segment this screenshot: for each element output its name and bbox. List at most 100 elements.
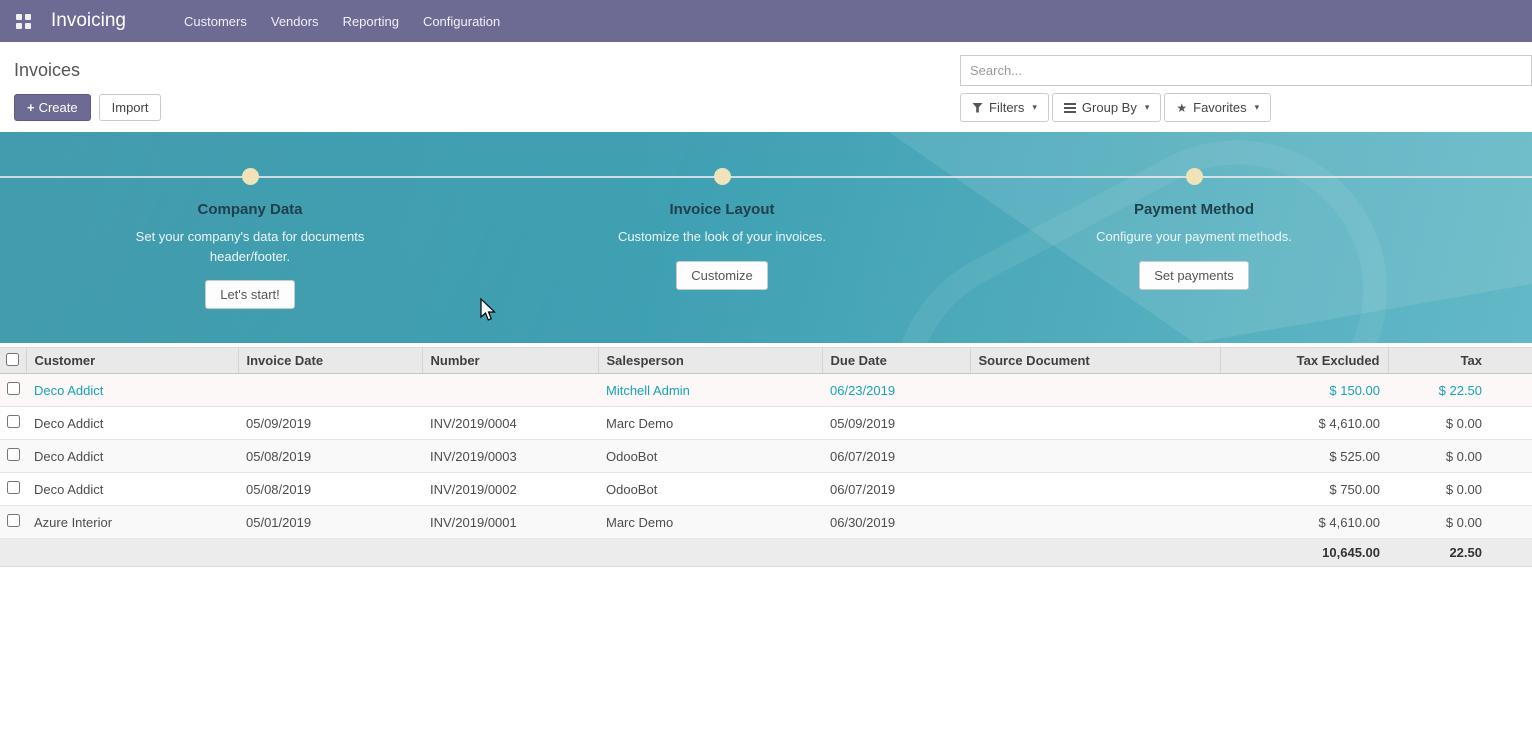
- onboarding-step-payment-method: Payment Method Configure your payment me…: [1029, 168, 1359, 290]
- table-totals-row: 10,645.00 22.50: [0, 539, 1532, 567]
- cell-invoice-date: 05/01/2019: [238, 506, 422, 539]
- cell-tax: $ 0.00: [1388, 440, 1532, 473]
- table-row[interactable]: Deco Addict 05/08/2019 INV/2019/0002 Odo…: [0, 473, 1532, 506]
- step-description: Set your company's data for documents he…: [125, 227, 375, 266]
- row-checkbox[interactable]: [7, 382, 20, 395]
- cell-number: INV/2019/0001: [422, 506, 598, 539]
- cell-number: INV/2019/0004: [422, 407, 598, 440]
- search-input[interactable]: [960, 55, 1532, 86]
- cell-customer: Deco Addict: [26, 374, 238, 407]
- chevron-down-icon: ▾: [1255, 102, 1260, 113]
- lets-start-button[interactable]: Let's start!: [205, 280, 295, 309]
- cell-invoice-date: 05/08/2019: [238, 440, 422, 473]
- column-header-due-date[interactable]: Due Date: [822, 348, 970, 374]
- step-title: Invoice Layout: [557, 201, 887, 218]
- step-description: Customize the look of your invoices.: [597, 227, 847, 247]
- cell-source-document: [970, 407, 1220, 440]
- column-header-tax[interactable]: Tax: [1388, 348, 1532, 374]
- cell-number: INV/2019/0003: [422, 440, 598, 473]
- column-header-source-document[interactable]: Source Document: [970, 348, 1220, 374]
- group-by-button-label: Group By: [1082, 100, 1137, 115]
- table-row[interactable]: Deco Addict 05/08/2019 INV/2019/0003 Odo…: [0, 440, 1532, 473]
- cell-invoice-date: 05/09/2019: [238, 407, 422, 440]
- table-header-row: Customer Invoice Date Number Salesperson…: [0, 348, 1532, 374]
- top-navbar: Invoicing Customers Vendors Reporting Co…: [0, 0, 1532, 42]
- step-dot: [242, 168, 259, 185]
- cell-due-date: 06/07/2019: [822, 473, 970, 506]
- cell-customer: Azure Interior: [26, 506, 238, 539]
- filter-icon: [972, 103, 983, 113]
- group-by-icon: [1064, 103, 1076, 113]
- onboarding-step-invoice-layout: Invoice Layout Customize the look of you…: [557, 168, 887, 290]
- filters-button[interactable]: Filters ▾: [960, 93, 1049, 122]
- cell-salesperson: OdooBot: [598, 440, 822, 473]
- row-checkbox[interactable]: [7, 514, 20, 527]
- customize-button[interactable]: Customize: [676, 261, 767, 290]
- menu-item-customers[interactable]: Customers: [172, 1, 259, 42]
- row-checkbox[interactable]: [7, 448, 20, 461]
- cell-tax-excluded: $ 150.00: [1220, 374, 1388, 407]
- search-facet-buttons: Filters ▾ Group By ▾ ★ Favorites ▾: [960, 93, 1532, 122]
- cell-tax-excluded: $ 4,610.00: [1220, 407, 1388, 440]
- cell-tax: $ 0.00: [1388, 506, 1532, 539]
- column-header-invoice-date[interactable]: Invoice Date: [238, 348, 422, 374]
- cell-number: [422, 374, 598, 407]
- filters-button-label: Filters: [989, 100, 1024, 115]
- step-title: Payment Method: [1029, 201, 1359, 218]
- total-tax: 22.50: [1388, 539, 1532, 567]
- cell-number: INV/2019/0002: [422, 473, 598, 506]
- cell-salesperson: OdooBot: [598, 473, 822, 506]
- apps-grid-icon[interactable]: [16, 14, 31, 29]
- onboarding-step-company-data: Company Data Set your company's data for…: [85, 168, 415, 309]
- step-description: Configure your payment methods.: [1069, 227, 1319, 247]
- menu-item-vendors[interactable]: Vendors: [259, 1, 331, 42]
- group-by-button[interactable]: Group By ▾: [1052, 93, 1161, 122]
- row-checkbox[interactable]: [7, 415, 20, 428]
- cell-due-date: 05/09/2019: [822, 407, 970, 440]
- cell-customer: Deco Addict: [26, 407, 238, 440]
- table-row[interactable]: Deco Addict 05/09/2019 INV/2019/0004 Mar…: [0, 407, 1532, 440]
- cell-salesperson: Marc Demo: [598, 506, 822, 539]
- table-row[interactable]: Azure Interior 05/01/2019 INV/2019/0001 …: [0, 506, 1532, 539]
- row-checkbox[interactable]: [7, 481, 20, 494]
- cell-due-date: 06/23/2019: [822, 374, 970, 407]
- select-all-checkbox[interactable]: [6, 353, 19, 366]
- table-row[interactable]: Deco Addict Mitchell Admin 06/23/2019 $ …: [0, 374, 1532, 407]
- set-payments-button[interactable]: Set payments: [1139, 261, 1249, 290]
- cell-source-document: [970, 440, 1220, 473]
- import-button-label: Import: [112, 100, 149, 115]
- cell-due-date: 06/07/2019: [822, 440, 970, 473]
- menu-item-configuration[interactable]: Configuration: [411, 1, 512, 42]
- step-dot: [1186, 168, 1203, 185]
- import-button[interactable]: Import: [99, 94, 162, 121]
- app-name[interactable]: Invoicing: [51, 10, 126, 32]
- create-button[interactable]: +Create: [14, 94, 91, 121]
- step-title: Company Data: [85, 201, 415, 218]
- cell-salesperson: Marc Demo: [598, 407, 822, 440]
- column-header-customer[interactable]: Customer: [26, 348, 238, 374]
- cell-tax-excluded: $ 4,610.00: [1220, 506, 1388, 539]
- cell-tax: $ 22.50: [1388, 374, 1532, 407]
- column-header-salesperson[interactable]: Salesperson: [598, 348, 822, 374]
- invoice-table: Customer Invoice Date Number Salesperson…: [0, 347, 1532, 567]
- cell-customer: Deco Addict: [26, 473, 238, 506]
- column-header-tax-excluded[interactable]: Tax Excluded: [1220, 348, 1388, 374]
- chevron-down-icon: ▾: [1032, 102, 1037, 113]
- cell-tax-excluded: $ 525.00: [1220, 440, 1388, 473]
- cell-tax-excluded: $ 750.00: [1220, 473, 1388, 506]
- cell-source-document: [970, 473, 1220, 506]
- onboarding-banner: Company Data Set your company's data for…: [0, 132, 1532, 343]
- favorites-button-label: Favorites: [1193, 100, 1246, 115]
- cell-source-document: [970, 506, 1220, 539]
- favorites-button[interactable]: ★ Favorites ▾: [1164, 93, 1271, 122]
- control-panel: Invoices +Create Import Filters ▾ Group …: [0, 42, 1532, 132]
- cell-customer: Deco Addict: [26, 440, 238, 473]
- cell-salesperson: Mitchell Admin: [598, 374, 822, 407]
- cell-invoice-date: [238, 374, 422, 407]
- column-header-number[interactable]: Number: [422, 348, 598, 374]
- menu-item-reporting[interactable]: Reporting: [331, 1, 411, 42]
- cell-invoice-date: 05/08/2019: [238, 473, 422, 506]
- create-button-label: Create: [39, 100, 78, 115]
- navbar-menu: Customers Vendors Reporting Configuratio…: [172, 1, 512, 42]
- star-icon: ★: [1176, 102, 1187, 114]
